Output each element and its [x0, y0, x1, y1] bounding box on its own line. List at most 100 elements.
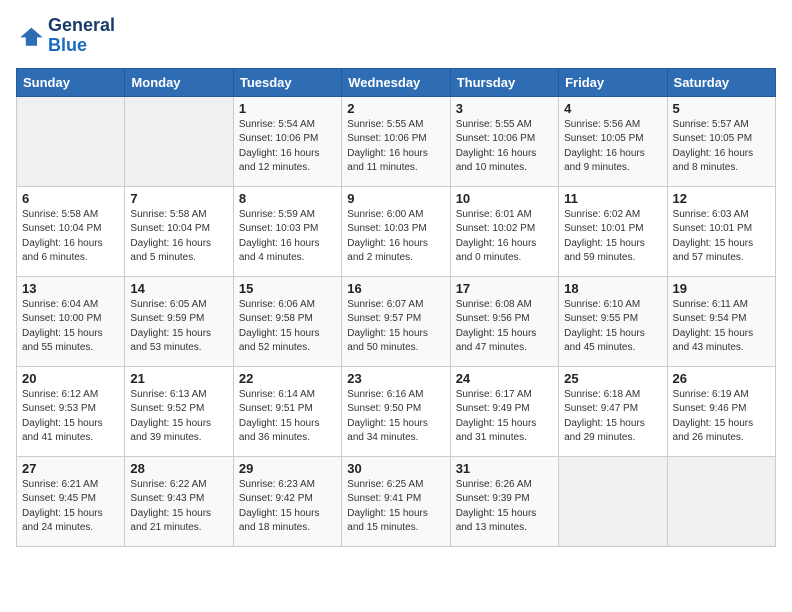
day-info: Sunrise: 6:01 AM Sunset: 10:02 PM Daylig…	[456, 208, 553, 266]
day-number: 25	[564, 371, 661, 386]
calendar-cell: 20 Sunrise: 6:12 AM Sunset: 9:53 PM Dayli…	[17, 366, 125, 456]
day-info: Sunrise: 6:11 AM Sunset: 9:54 PM Dayligh…	[673, 298, 770, 356]
day-number: 6	[22, 191, 119, 206]
day-info: Sunrise: 6:00 AM Sunset: 10:03 PM Daylig…	[347, 208, 444, 266]
calendar-cell: 14 Sunrise: 6:05 AM Sunset: 9:59 PM Dayli…	[125, 276, 233, 366]
calendar-cell: 30 Sunrise: 6:25 AM Sunset: 9:41 PM Dayli…	[342, 456, 450, 546]
day-info: Sunrise: 6:13 AM Sunset: 9:52 PM Dayligh…	[130, 388, 227, 446]
calendar-week-2: 6 Sunrise: 5:58 AM Sunset: 10:04 PM Dayli…	[17, 186, 776, 276]
day-number: 16	[347, 281, 444, 296]
calendar-cell: 10 Sunrise: 6:01 AM Sunset: 10:02 PM Dayl…	[450, 186, 558, 276]
day-number: 15	[239, 281, 336, 296]
weekday-header-wednesday: Wednesday	[342, 68, 450, 96]
day-info: Sunrise: 6:17 AM Sunset: 9:49 PM Dayligh…	[456, 388, 553, 446]
day-info: Sunrise: 6:06 AM Sunset: 9:58 PM Dayligh…	[239, 298, 336, 356]
calendar-cell: 29Sunrise: 6:23 AM Sunset: 9:42 PM Dayli…	[233, 456, 341, 546]
calendar-cell: 6 Sunrise: 5:58 AM Sunset: 10:04 PM Dayli…	[17, 186, 125, 276]
day-number: 31	[456, 461, 553, 476]
day-info: Sunrise: 6:03 AM Sunset: 10:01 PM Daylig…	[673, 208, 770, 266]
weekday-header-monday: Monday	[125, 68, 233, 96]
calendar-cell: 2 Sunrise: 5:55 AM Sunset: 10:06 PM Dayli…	[342, 96, 450, 186]
calendar-week-4: 20 Sunrise: 6:12 AM Sunset: 9:53 PM Dayli…	[17, 366, 776, 456]
calendar-cell: 25 Sunrise: 6:18 AM Sunset: 9:47 PM Dayli…	[559, 366, 667, 456]
day-info: Sunrise: 6:25 AM Sunset: 9:41 PM Dayligh…	[347, 478, 444, 536]
calendar-cell	[125, 96, 233, 186]
day-info: Sunrise: 6:10 AM Sunset: 9:55 PM Dayligh…	[564, 298, 661, 356]
day-number: 10	[456, 191, 553, 206]
day-number: 9	[347, 191, 444, 206]
calendar-cell: 17 Sunrise: 6:08 AM Sunset: 9:56 PM Dayli…	[450, 276, 558, 366]
weekday-header-saturday: Saturday	[667, 68, 775, 96]
calendar-cell: 27Sunrise: 6:21 AM Sunset: 9:45 PM Dayli…	[17, 456, 125, 546]
logo: General Blue	[16, 16, 115, 56]
day-number: 30	[347, 461, 444, 476]
day-info: Sunrise: 6:08 AM Sunset: 9:56 PM Dayligh…	[456, 298, 553, 356]
weekday-header-tuesday: Tuesday	[233, 68, 341, 96]
day-info: Sunrise: 5:59 AM Sunset: 10:03 PM Daylig…	[239, 208, 336, 266]
day-info: Sunrise: 6:14 AM Sunset: 9:51 PM Dayligh…	[239, 388, 336, 446]
logo-text-blue: Blue	[48, 36, 115, 56]
day-info: Sunrise: 5:57 AM Sunset: 10:05 PM Daylig…	[673, 118, 770, 176]
calendar-cell: 5 Sunrise: 5:57 AM Sunset: 10:05 PM Dayli…	[667, 96, 775, 186]
day-number: 22	[239, 371, 336, 386]
day-info: Sunrise: 6:19 AM Sunset: 9:46 PM Dayligh…	[673, 388, 770, 446]
day-info: Sunrise: 5:55 AM Sunset: 10:06 PM Daylig…	[456, 118, 553, 176]
day-info: Sunrise: 5:56 AM Sunset: 10:05 PM Daylig…	[564, 118, 661, 176]
day-number: 19	[673, 281, 770, 296]
day-info: Sunrise: 6:04 AM Sunset: 10:00 PM Daylig…	[22, 298, 119, 356]
day-number: 28	[130, 461, 227, 476]
day-number: 13	[22, 281, 119, 296]
calendar-cell: 13 Sunrise: 6:04 AM Sunset: 10:00 PM Dayl…	[17, 276, 125, 366]
day-number: 26	[673, 371, 770, 386]
day-info: Sunrise: 6:12 AM Sunset: 9:53 PM Dayligh…	[22, 388, 119, 446]
day-number: 8	[239, 191, 336, 206]
calendar-cell	[17, 96, 125, 186]
day-number: 12	[673, 191, 770, 206]
day-info: Sunrise: 5:58 AM Sunset: 10:04 PM Daylig…	[22, 208, 119, 266]
calendar-cell	[559, 456, 667, 546]
day-info: Sunrise: 5:55 AM Sunset: 10:06 PM Daylig…	[347, 118, 444, 176]
day-number: 11	[564, 191, 661, 206]
day-number: 18	[564, 281, 661, 296]
calendar-cell: 7Sunrise: 5:58 AM Sunset: 10:04 PM Dayli…	[125, 186, 233, 276]
day-info: Sunrise: 6:07 AM Sunset: 9:57 PM Dayligh…	[347, 298, 444, 356]
day-number: 17	[456, 281, 553, 296]
day-number: 1	[239, 101, 336, 116]
day-number: 14	[130, 281, 227, 296]
day-number: 5	[673, 101, 770, 116]
calendar-cell: 26 Sunrise: 6:19 AM Sunset: 9:46 PM Dayli…	[667, 366, 775, 456]
day-info: Sunrise: 6:22 AM Sunset: 9:43 PM Dayligh…	[130, 478, 227, 536]
calendar-week-3: 13 Sunrise: 6:04 AM Sunset: 10:00 PM Dayl…	[17, 276, 776, 366]
day-info: Sunrise: 6:02 AM Sunset: 10:01 PM Daylig…	[564, 208, 661, 266]
calendar-cell: 4Sunrise: 5:56 AM Sunset: 10:05 PM Dayli…	[559, 96, 667, 186]
calendar-body: 1 Sunrise: 5:54 AM Sunset: 10:06 PM Dayli…	[17, 96, 776, 546]
calendar-cell: 19 Sunrise: 6:11 AM Sunset: 9:54 PM Dayli…	[667, 276, 775, 366]
weekday-header-row: SundayMondayTuesdayWednesdayThursdayFrid…	[17, 68, 776, 96]
calendar-cell: 22 Sunrise: 6:14 AM Sunset: 9:51 PM Dayli…	[233, 366, 341, 456]
weekday-header-sunday: Sunday	[17, 68, 125, 96]
calendar-table: SundayMondayTuesdayWednesdayThursdayFrid…	[16, 68, 776, 547]
day-info: Sunrise: 5:54 AM Sunset: 10:06 PM Daylig…	[239, 118, 336, 176]
day-number: 27	[22, 461, 119, 476]
day-info: Sunrise: 6:16 AM Sunset: 9:50 PM Dayligh…	[347, 388, 444, 446]
calendar-cell	[667, 456, 775, 546]
day-number: 23	[347, 371, 444, 386]
page-header: General Blue	[16, 16, 776, 56]
calendar-cell: 23 Sunrise: 6:16 AM Sunset: 9:50 PM Dayli…	[342, 366, 450, 456]
day-number: 24	[456, 371, 553, 386]
calendar-cell: 9 Sunrise: 6:00 AM Sunset: 10:03 PM Dayli…	[342, 186, 450, 276]
day-number: 20	[22, 371, 119, 386]
calendar-week-5: 27Sunrise: 6:21 AM Sunset: 9:45 PM Dayli…	[17, 456, 776, 546]
day-number: 7	[130, 191, 227, 206]
calendar-cell: 3Sunrise: 5:55 AM Sunset: 10:06 PM Dayli…	[450, 96, 558, 186]
calendar-cell: 31Sunrise: 6:26 AM Sunset: 9:39 PM Dayli…	[450, 456, 558, 546]
calendar-cell: 11 Sunrise: 6:02 AM Sunset: 10:01 PM Dayl…	[559, 186, 667, 276]
calendar-cell: 16 Sunrise: 6:07 AM Sunset: 9:57 PM Dayli…	[342, 276, 450, 366]
day-number: 2	[347, 101, 444, 116]
day-info: Sunrise: 6:05 AM Sunset: 9:59 PM Dayligh…	[130, 298, 227, 356]
day-info: Sunrise: 6:18 AM Sunset: 9:47 PM Dayligh…	[564, 388, 661, 446]
weekday-header-friday: Friday	[559, 68, 667, 96]
calendar-cell: 21Sunrise: 6:13 AM Sunset: 9:52 PM Dayli…	[125, 366, 233, 456]
day-info: Sunrise: 6:23 AM Sunset: 9:42 PM Dayligh…	[239, 478, 336, 536]
calendar-week-1: 1 Sunrise: 5:54 AM Sunset: 10:06 PM Dayli…	[17, 96, 776, 186]
